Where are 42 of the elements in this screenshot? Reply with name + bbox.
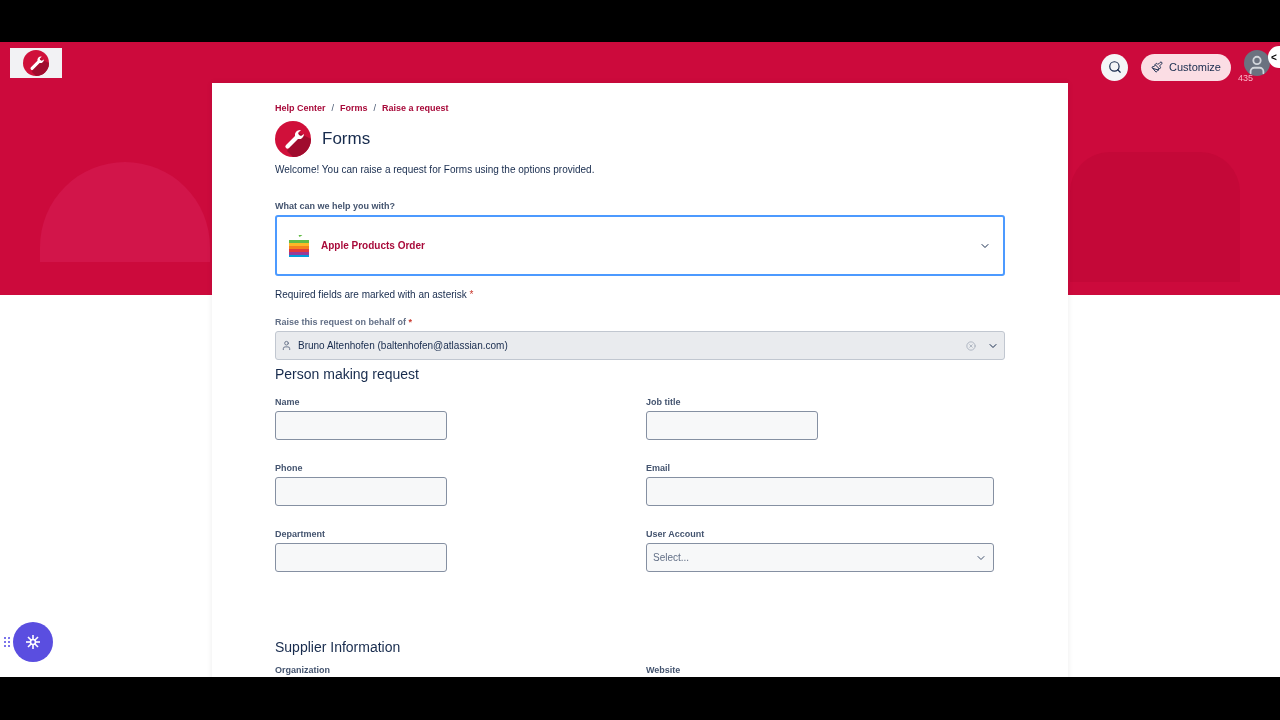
field-label: Raise this request on behalf of * — [275, 316, 414, 328]
sparkle-icon — [25, 634, 41, 650]
field-label: Organization — [275, 664, 331, 676]
text-field[interactable] — [275, 411, 447, 440]
section-title: Supplier Information — [275, 638, 402, 656]
field-label: Department — [275, 528, 326, 540]
breadcrumb-link[interactable]: Help Center — [275, 102, 326, 114]
page-title: Forms — [322, 128, 371, 150]
breadcrumb-link[interactable]: Forms — [340, 102, 368, 114]
field-label: User Account — [646, 528, 706, 540]
welcome-text: Welcome! You can raise a request for Forms using the options provided. — [275, 163, 596, 177]
apple-icon — [289, 234, 309, 257]
request-type-select[interactable]: Apple Products Order — [275, 215, 1005, 276]
section-title: Person making request — [275, 365, 420, 383]
search-icon — [1107, 60, 1122, 74]
field-label: What can we help you with? — [275, 200, 396, 212]
breadcrumb-separator: / — [331, 102, 335, 114]
text-field[interactable] — [646, 411, 818, 440]
breadcrumb-link[interactable]: Raise a request — [382, 102, 449, 114]
selected-user: Bruno Altenhofen (baltenhofen@atlassian.com) — [298, 339, 509, 353]
paintbrush-icon — [1151, 61, 1164, 73]
wrench-logo-icon — [23, 50, 49, 76]
notification-count: 435 — [1238, 72, 1254, 85]
drag-handle-icon[interactable] — [4, 637, 10, 647]
field-label: Job title — [646, 396, 682, 408]
assistant-button[interactable] — [13, 622, 53, 662]
text-field[interactable] — [275, 543, 447, 572]
clear-icon[interactable] — [966, 340, 976, 351]
text-field[interactable] — [646, 477, 994, 506]
select-field[interactable]: Select... — [646, 543, 994, 572]
field-label: Website — [646, 664, 682, 676]
field-label: Phone — [275, 462, 304, 474]
selected-request-type: Apple Products Order — [321, 239, 426, 253]
site-logo[interactable] — [10, 48, 62, 78]
field-label: Name — [275, 396, 301, 408]
required-note: Required fields are marked with an asterisk * — [275, 288, 475, 302]
breadcrumb-separator: / — [373, 102, 377, 114]
wrench-logo-icon — [275, 121, 311, 157]
text-field[interactable] — [275, 477, 447, 506]
user-icon — [281, 340, 292, 351]
on-behalf-select[interactable]: Bruno Altenhofen (baltenhofen@atlassian.com) — [275, 331, 1005, 360]
field-label: Email — [646, 462, 671, 474]
